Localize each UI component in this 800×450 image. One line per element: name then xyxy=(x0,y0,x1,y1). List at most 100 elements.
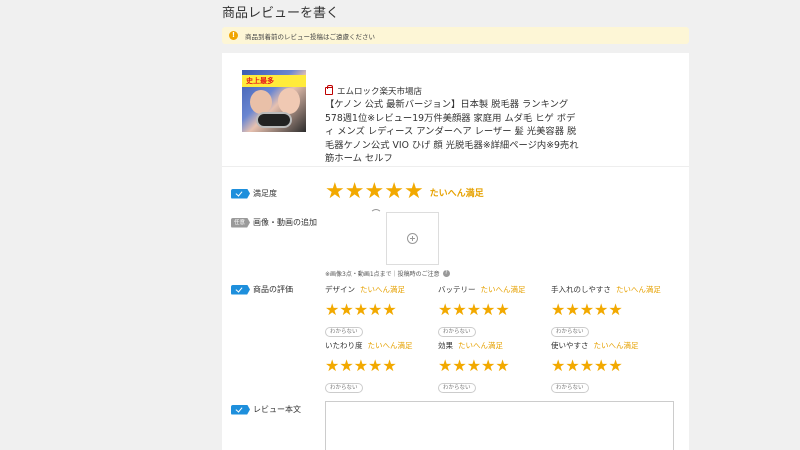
required-check-icon xyxy=(231,404,250,415)
question-icon[interactable]: ? xyxy=(442,270,450,277)
criterion-header: 効果 たいへん満足 xyxy=(438,340,548,350)
star-icon[interactable]: ★ xyxy=(452,302,466,318)
star-icon[interactable]: ★ xyxy=(339,302,353,318)
dont-know-button[interactable]: わからない xyxy=(438,383,476,393)
star-icon[interactable]: ★ xyxy=(467,302,481,318)
model-face xyxy=(278,88,300,114)
media-upload-button[interactable] xyxy=(386,212,439,265)
required-check-icon xyxy=(231,284,250,295)
star-icon[interactable]: ★ xyxy=(452,358,466,374)
criterion-rating-text: たいへん満足 xyxy=(360,284,405,294)
star-icon[interactable]: ★ xyxy=(580,302,594,318)
product-title: 【ケノン 公式 最新バージョン】日本製 脱毛器 ランキング578週1位※レビュー… xyxy=(325,99,579,164)
star-icon[interactable]: ★ xyxy=(354,358,368,374)
upload-note: ※画像3点・動画1点まで｜投稿時のご注意 ? xyxy=(325,269,450,278)
star-icon[interactable]: ★ xyxy=(481,302,495,318)
review-body-label-row: レビュー本文 xyxy=(231,404,301,415)
star-icon[interactable]: ★ xyxy=(565,302,579,318)
product-thumbnail[interactable]: 史上最多 xyxy=(242,70,306,132)
criterion-rating-text: たいへん満足 xyxy=(458,340,503,350)
satisfaction-star-rating[interactable]: ★ ★ ★ ★ ★ たいへん満足 xyxy=(325,180,484,204)
criterion-star-rating[interactable]: ★ ★ ★ ★ ★ xyxy=(325,302,435,318)
star-icon[interactable]: ★ xyxy=(339,358,353,374)
media-label: 画像・動画の追加 xyxy=(253,218,317,227)
star-icon[interactable]: ★ xyxy=(467,358,481,374)
criterion-rating: いたわり度 たいへん満足 ★ ★ ★ ★ ★ わからない xyxy=(325,340,435,393)
review-body-label: レビュー本文 xyxy=(253,405,301,414)
dont-know-button[interactable]: わからない xyxy=(551,327,589,337)
dont-know-button[interactable]: わからない xyxy=(325,383,363,393)
star-icon[interactable]: ★ xyxy=(438,358,452,374)
star-icon[interactable]: ★ xyxy=(551,358,565,374)
star-icon[interactable]: ★ xyxy=(608,302,622,318)
model-face xyxy=(250,90,272,114)
criterion-name: 使いやすさ xyxy=(551,340,589,350)
star-icon[interactable]: ★ xyxy=(495,358,509,374)
star-icon[interactable]: ★ xyxy=(384,180,404,204)
dont-know-button[interactable]: わからない xyxy=(551,383,589,393)
star-icon[interactable]: ★ xyxy=(368,358,382,374)
criterion-star-rating[interactable]: ★ ★ ★ ★ ★ xyxy=(551,358,661,374)
criterion-rating-text: たいへん満足 xyxy=(480,284,526,294)
criterion-rating: 効果 たいへん満足 ★ ★ ★ ★ ★ わからない xyxy=(438,340,548,393)
plus-icon xyxy=(407,233,418,244)
criterion-name: デザイン xyxy=(325,284,355,294)
criterion-rating-text: たいへん満足 xyxy=(615,284,661,294)
criterion-header: デザイン たいへん満足 xyxy=(325,284,435,294)
dont-know-button[interactable]: わからない xyxy=(438,327,476,337)
satisfaction-rating-text: たいへん満足 xyxy=(429,188,484,199)
criterion-star-rating[interactable]: ★ ★ ★ ★ ★ xyxy=(325,358,435,374)
star-icon[interactable]: ★ xyxy=(325,302,339,318)
criterion-name: 効果 xyxy=(438,340,453,350)
required-check-icon xyxy=(231,188,250,199)
star-icon[interactable]: ★ xyxy=(325,180,345,204)
star-icon[interactable]: ★ xyxy=(608,358,622,374)
star-icon[interactable]: ★ xyxy=(368,302,382,318)
star-icon[interactable]: ★ xyxy=(354,302,368,318)
criterion-name: いたわり度 xyxy=(325,340,363,350)
star-icon[interactable]: ★ xyxy=(438,302,452,318)
star-icon[interactable]: ★ xyxy=(382,358,396,374)
criterion-header: バッテリー たいへん満足 xyxy=(438,284,548,294)
shop-bag-icon xyxy=(325,85,333,95)
star-icon[interactable]: ★ xyxy=(325,358,339,374)
info-icon: ! xyxy=(229,31,238,40)
star-icon[interactable]: ★ xyxy=(481,358,495,374)
criterion-star-rating[interactable]: ★ ★ ★ ★ ★ xyxy=(551,302,661,318)
star-icon[interactable]: ★ xyxy=(345,180,365,204)
criterion-rating: デザイン たいへん満足 ★ ★ ★ ★ ★ わからない xyxy=(325,284,435,337)
criterion-star-rating[interactable]: ★ ★ ★ ★ ★ xyxy=(438,302,548,318)
criterion-rating: 手入れのしやすさ たいへん満足 ★ ★ ★ ★ ★ わからない xyxy=(551,284,661,337)
criterion-rating: バッテリー たいへん満足 ★ ★ ★ ★ ★ わからない xyxy=(438,284,548,337)
media-label-row: 任意 画像・動画の追加 xyxy=(231,217,317,228)
satisfaction-label-row: 満足度 xyxy=(231,188,277,199)
star-icon[interactable]: ★ xyxy=(551,302,565,318)
review-body-textarea[interactable] xyxy=(325,401,674,450)
thumbnail-banner-text: 史上最多 xyxy=(246,77,274,85)
shop-name[interactable]: エムロック楽天市場店 xyxy=(337,85,422,97)
star-icon[interactable]: ★ xyxy=(594,302,608,318)
page-title: 商品レビューを書く xyxy=(222,6,340,21)
notice-banner: ! 商品到着前のレビュー投稿はご遠慮ください xyxy=(222,27,689,44)
satisfaction-label: 満足度 xyxy=(253,189,277,198)
criterion-rating-text: たいへん満足 xyxy=(593,340,639,350)
evaluation-label-row: 商品の評価 xyxy=(231,284,293,295)
criterion-header: 手入れのしやすさ たいへん満足 xyxy=(551,284,661,294)
dont-know-button[interactable]: わからない xyxy=(325,327,363,337)
star-icon[interactable]: ★ xyxy=(594,358,608,374)
star-icon[interactable]: ★ xyxy=(580,358,594,374)
star-icon[interactable]: ★ xyxy=(404,180,424,204)
criterion-star-rating[interactable]: ★ ★ ★ ★ ★ xyxy=(438,358,548,374)
device-image xyxy=(256,112,292,128)
criterion-header: いたわり度 たいへん満足 xyxy=(325,340,435,350)
loading-spinner-icon xyxy=(370,209,382,221)
star-icon[interactable]: ★ xyxy=(495,302,509,318)
criterion-rating-text: たいへん満足 xyxy=(367,340,413,350)
star-icon[interactable]: ★ xyxy=(364,180,384,204)
notice-text: 商品到着前のレビュー投稿はご遠慮ください xyxy=(245,32,375,41)
star-icon[interactable]: ★ xyxy=(382,302,396,318)
upload-note-text[interactable]: ※画像3点・動画1点まで｜投稿時のご注意 xyxy=(325,269,440,278)
criterion-header: 使いやすさ たいへん満足 xyxy=(551,340,661,350)
shop-link[interactable]: エムロック楽天市場店 xyxy=(325,85,422,97)
star-icon[interactable]: ★ xyxy=(565,358,579,374)
